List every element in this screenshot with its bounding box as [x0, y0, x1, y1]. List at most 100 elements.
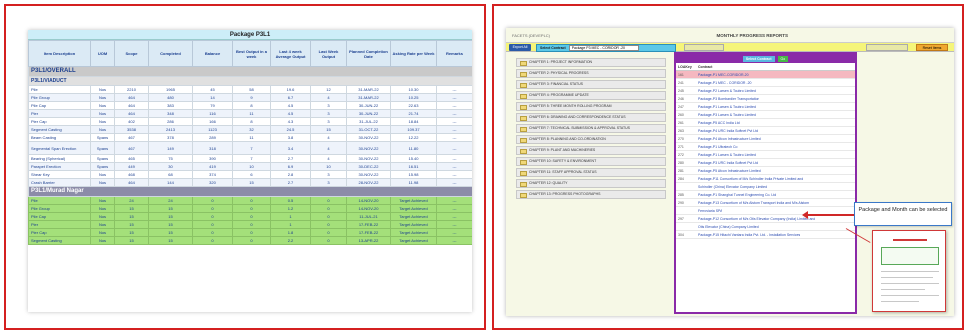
chapter-item[interactable]: CHAPTER 8: PLANNING AND CO-ORDINATION — [516, 135, 666, 144]
contract-id: 290 — [678, 200, 684, 205]
table-cell: 15 — [310, 125, 347, 134]
contract-option[interactable]: Otis Elevator (China) Company Limited — [676, 223, 855, 231]
thumbnail-line — [881, 283, 939, 284]
contract-name: Package-P1 Shanghai Tunnel Engineering C… — [698, 192, 777, 197]
contract-option[interactable]: 285 Package-P1 Shanghai Tunnel Engineerin… — [676, 191, 855, 199]
table-cell: 31-OCT-22 — [346, 125, 391, 134]
contract-option[interactable]: 304 Package-P15 Hitachi Vantara India Pvt… — [676, 231, 855, 239]
thumbnail-heading-bar — [893, 239, 927, 241]
table-cell: 0 — [192, 220, 233, 229]
export-all-button[interactable]: Export All — [509, 44, 531, 51]
col-header-contract: Contract — [698, 64, 713, 69]
contract-option[interactable]: 241 Package-P1 MEC - CORIDOR -20 — [676, 79, 855, 87]
table-header-row: Item Description UOM Scope Completed Balance… — [28, 40, 472, 67]
table-cell: Crash Barrier — [28, 178, 91, 187]
contract-option[interactable]: 271 Package-P1 Ultratech Co — [676, 143, 855, 151]
chapter-item[interactable]: CHAPTER 4: PROGRAMME UPDATE — [516, 91, 666, 100]
chapter-item[interactable]: CHAPTER 12: QUALITY — [516, 179, 666, 188]
contract-option[interactable]: 272 Package-P1 Larsen & Toubro Limited — [676, 151, 855, 159]
table-cell: Pile Cap — [28, 101, 91, 110]
chapter-item[interactable]: CHAPTER 1: PROJECT INFORMATION — [516, 58, 666, 67]
table-cell: 4 — [310, 141, 347, 155]
contract-id: 241 — [678, 80, 684, 85]
select-contract-bar[interactable]: Select Contract Package P3 MEC - CORIDOR… — [536, 44, 676, 52]
contract-option[interactable]: 280 Package-P3 URC India Softnet Pvt Ltd — [676, 159, 855, 167]
table-cell: 11 — [232, 109, 271, 118]
go-button[interactable]: Go — [777, 55, 789, 62]
contract-option[interactable]: Schindler (China) Elevator Company Limit… — [676, 183, 855, 191]
chapter-item[interactable]: CHAPTER 5: THREE MONTH ROLLING PROGRAM — [516, 102, 666, 111]
table-cell: Spans — [90, 154, 115, 163]
contract-option[interactable]: 281 Package-P5 Afcon Infrastructure Limit… — [676, 167, 855, 175]
contract-id: 161 — [678, 72, 684, 77]
chapter-item[interactable]: CHAPTER 13: PROGRESS PHOTOGRAPHS — [516, 190, 666, 199]
contract-option[interactable]: 270 Package-P4 Afcon Infrastructure Limit… — [676, 135, 855, 143]
table-cell: Nos — [90, 117, 115, 126]
contract-option[interactable]: 297 Package-P12 Consortium of M/s Otis El… — [676, 215, 855, 223]
column-header: UOM — [90, 40, 115, 67]
contract-id: 263 — [678, 128, 684, 133]
table-cell: 14-NOV-20 — [346, 204, 391, 213]
table-cell: 419 — [192, 162, 233, 171]
table-cell: 464 — [114, 178, 149, 187]
contract-id: 284 — [678, 176, 684, 181]
chapter-item[interactable]: CHAPTER 7: TECHNICAL SUBMISSION & APPROV… — [516, 124, 666, 133]
callout-box: Package and Month can be selected — [854, 202, 952, 226]
zoomed-report-thumbnail — [872, 230, 946, 312]
contract-option[interactable]: 161 Package-P1 MEC-CORIDOR-20 — [676, 71, 855, 79]
table-row: Segment Casting Nos 3538 2413 1123 32 24.5 15 31… — [28, 125, 472, 134]
col-header-id: LOAKey — [678, 64, 692, 69]
table-cell: 3538 — [114, 125, 149, 134]
table-row: Pile Group Nos 464 480 14 9 6.7 4 31-MAR-22 10.25… — [28, 93, 472, 102]
chapter-item[interactable]: CHAPTER 3: FINANCIAL STATUS — [516, 80, 666, 89]
table-row: Parapet Erection Spans 449 30 419 10 6.9 10 30-D… — [28, 162, 472, 171]
chapter-item[interactable]: CHAPTER 6: DRAWING AND CORRESPONDENCE ST… — [516, 113, 666, 122]
contract-option[interactable]: 290 Package-P13 Consortium of M/s Alstom … — [676, 199, 855, 207]
table-cell: 468 — [114, 170, 149, 179]
column-header: Item Description — [28, 40, 91, 67]
table-cell: 464 — [114, 93, 149, 102]
contract-dropdown-panel[interactable]: Select Contract Go LOAKey Contract 161 Pa… — [674, 52, 857, 314]
section-label: P3L1/OVERALL — [28, 66, 472, 77]
contract-name: Package-P5 Afcon Infrastructure Limited — [698, 168, 761, 173]
table-cell: Pile Group — [28, 204, 91, 213]
table-cell: 0 — [192, 228, 233, 237]
contract-id: 304 — [678, 232, 684, 237]
table-cell: --- — [436, 236, 472, 245]
chapter-item[interactable]: CHAPTER 10: SAFETY & ENVIRONMENT — [516, 157, 666, 166]
reset-button[interactable]: Reset Items — [916, 44, 948, 51]
table-cell: 1 — [270, 220, 311, 229]
table-cell: Bearing (Spherical) — [28, 154, 91, 163]
contract-id: 260 — [678, 112, 684, 117]
table-cell: 4 — [310, 93, 347, 102]
table-cell: Target Achieved — [390, 212, 437, 221]
contract-option[interactable]: 263 Package-P4 URC India Softnet Pvt Ltd — [676, 127, 855, 135]
contract-option[interactable]: 246 Package-P3 Bombardier Transportation — [676, 95, 855, 103]
table-cell: 17-FEB-22 — [346, 220, 391, 229]
table-cell: --- — [436, 178, 472, 187]
chapter-item[interactable]: CHAPTER 11: STAFF APPROVAL STATUS — [516, 168, 666, 177]
contract-name: Package-P3 Larsen & Toubro Limited — [698, 112, 756, 117]
contract-option[interactable]: 247 Package-P1 Larsen & Toubro Limited — [676, 103, 855, 111]
contract-option[interactable]: 245 Package-P2 Larsen & Toubro Limited — [676, 87, 855, 95]
contract-option[interactable]: 260 Package-P3 Larsen & Toubro Limited — [676, 111, 855, 119]
table-cell: 4.3 — [270, 117, 311, 126]
chapter-item[interactable]: CHAPTER 2: PHYSICAL PROGRESS — [516, 69, 666, 78]
table-cell: --- — [436, 101, 472, 110]
month-dropdown[interactable] — [684, 44, 724, 51]
chapter-item[interactable]: CHAPTER 9: PLANT AND MACHINERIES — [516, 146, 666, 155]
table-cell: 15 — [114, 204, 149, 213]
contract-option[interactable]: 261 Package-P5 ACC India Ltd — [676, 119, 855, 127]
table-cell: Target Achieved — [390, 220, 437, 229]
table-cell: --- — [436, 109, 472, 118]
contract-option[interactable]: 284 Package-P11 Consortium of M/s Schindl… — [676, 175, 855, 183]
table-cell: Target Achieved — [390, 228, 437, 237]
table-cell: 45 — [192, 85, 233, 94]
table-cell: 467 — [114, 141, 149, 155]
dropdown-select-label: Select Contract — [742, 55, 775, 62]
select-contract-value[interactable]: Package P3 MEC - CORIDOR -20 — [568, 45, 639, 51]
table-cell: Pier — [28, 109, 91, 118]
table-cell: 3 — [310, 117, 347, 126]
year-dropdown[interactable] — [866, 44, 908, 51]
table-cell: 2413 — [148, 125, 193, 134]
